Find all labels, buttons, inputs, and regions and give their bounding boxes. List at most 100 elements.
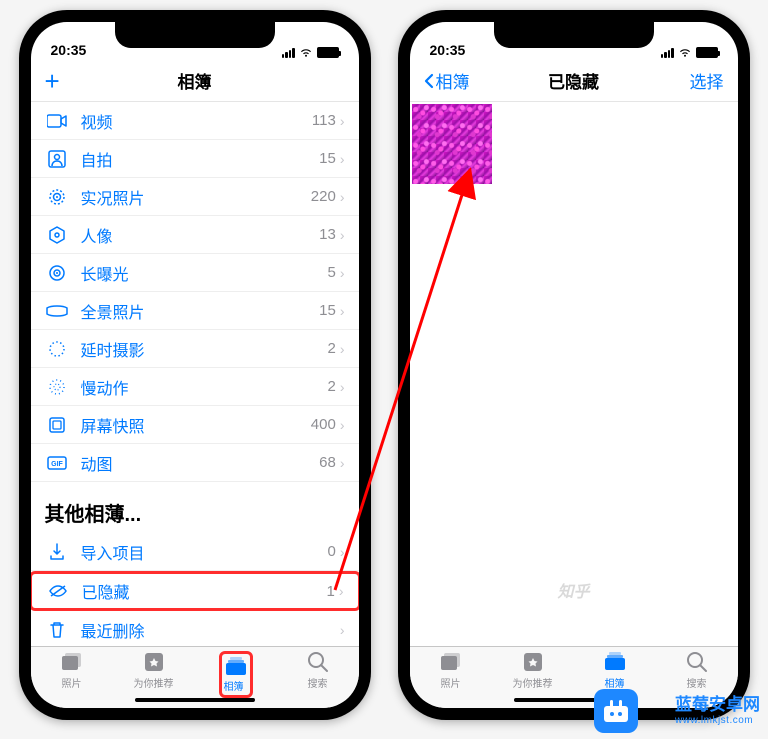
svg-text:GIF: GIF [51,461,63,468]
tab-label: 照片 [62,675,82,690]
trash-icon [45,621,69,639]
tab-photos[interactable]: 照片 [31,651,113,708]
chevron-right-icon: › [340,455,345,471]
album-label: 最近删除 [81,618,336,642]
nav-bar: 相簿 已隐藏 选择 [410,60,738,102]
album-row-gif[interactable]: GIF 动图 68 › [31,444,359,482]
album-count: 1 [326,583,334,600]
album-label: 延时摄影 [81,337,328,361]
live-icon [45,188,69,206]
chevron-right-icon: › [339,583,344,599]
wifi-icon [299,48,313,58]
hidden-icon [46,584,70,598]
hidden-photos-grid[interactable]: 知乎 [410,102,738,646]
home-indicator[interactable] [135,698,255,702]
status-time: 20:35 [430,42,466,58]
battery-icon [696,47,718,58]
tab-icon [306,651,330,673]
signal-icon [282,48,295,58]
album-row-pano[interactable]: 全景照片 15 › [31,292,359,330]
album-row-trash[interactable]: 最近删除 › [31,611,359,646]
tab-icon [439,651,463,673]
chevron-right-icon: › [340,417,345,433]
tab-label: 相簿 [224,682,244,693]
album-count: 13 [319,226,336,243]
album-label: 长曝光 [81,261,328,285]
album-row-slomo[interactable]: 慢动作 2 › [31,368,359,406]
wifi-icon [678,48,692,58]
album-row-live[interactable]: 实况照片 220 › [31,178,359,216]
album-row-selfie[interactable]: 自拍 15 › [31,140,359,178]
tab-label: 为你推荐 [513,675,553,690]
album-row-longexp[interactable]: 长曝光 5 › [31,254,359,292]
tab-label: 照片 [441,675,461,690]
album-count: 113 [312,112,336,129]
video-icon [45,114,69,128]
chevron-right-icon: › [340,265,345,281]
album-row-hidden[interactable]: 已隐藏 1 › [31,571,359,611]
album-count: 2 [327,340,335,357]
album-count: 0 [327,543,335,560]
back-button[interactable]: 相簿 [424,68,470,93]
notch [494,22,654,48]
album-count: 220 [311,188,336,205]
album-count: 15 [319,302,336,319]
tab-label: 为你推荐 [134,675,174,690]
chevron-left-icon [424,73,434,89]
tab-icon [224,656,248,678]
signal-icon [661,48,674,58]
status-time: 20:35 [51,42,87,58]
album-label: 实况照片 [81,185,311,209]
nav-title: 相簿 [178,68,212,93]
pano-icon [45,305,69,317]
nav-title: 已隐藏 [548,68,599,93]
album-row-portrait[interactable]: 人像 13 › [31,216,359,254]
slomo-icon [45,378,69,396]
album-row-screenshot[interactable]: 屏幕快照 400 › [31,406,359,444]
chevron-right-icon: › [340,341,345,357]
timelapse-icon [45,340,69,358]
albums-list[interactable]: 视频 113 › 自拍 15 › 实况照片 220 › 人像 13 › 长曝光 … [31,102,359,646]
chevron-right-icon: › [340,544,345,560]
album-count: 68 [319,454,336,471]
album-label: 视频 [81,109,312,133]
tab-icon [685,651,709,673]
tab-photos[interactable]: 照片 [410,651,492,708]
album-label: 全景照片 [81,299,320,323]
tab-search[interactable]: 搜索 [277,651,359,708]
watermark-logo [594,689,638,733]
add-button[interactable]: + [45,68,60,94]
tab-icon [603,651,627,673]
album-count: 5 [327,264,335,281]
album-row-import[interactable]: 导入项目 0 › [31,533,359,571]
album-label: 动图 [81,451,320,475]
back-label: 相簿 [436,68,470,93]
album-row-timelapse[interactable]: 延时摄影 2 › [31,330,359,368]
album-label: 人像 [81,223,320,247]
album-row-video[interactable]: 视频 113 › [31,102,359,140]
album-count: 400 [311,416,336,433]
longexp-icon [45,264,69,282]
chevron-right-icon: › [340,303,345,319]
chevron-right-icon: › [340,189,345,205]
tab-icon [142,651,166,673]
chevron-right-icon: › [340,379,345,395]
tab-icon [60,651,84,673]
album-label: 慢动作 [81,375,328,399]
photo-thumbnail[interactable] [412,104,492,184]
zhihu-watermark: 知乎 [557,578,589,602]
phone-left: 20:35 + 相簿 视频 113 › 自拍 15 › 实况照片 220 › 人… [19,10,371,720]
nav-bar: + 相簿 [31,60,359,102]
album-label: 导入项目 [81,540,328,564]
portrait-icon [45,226,69,244]
select-button[interactable]: 选择 [690,68,724,93]
chevron-right-icon: › [340,113,345,129]
chevron-right-icon: › [340,622,345,638]
battery-icon [317,47,339,58]
chevron-right-icon: › [340,227,345,243]
watermark-url: www.lmkjst.com [675,715,760,727]
tab-label: 相簿 [605,675,625,690]
tab-label: 搜索 [308,675,328,690]
import-icon [45,543,69,561]
screenshot-icon [45,416,69,434]
